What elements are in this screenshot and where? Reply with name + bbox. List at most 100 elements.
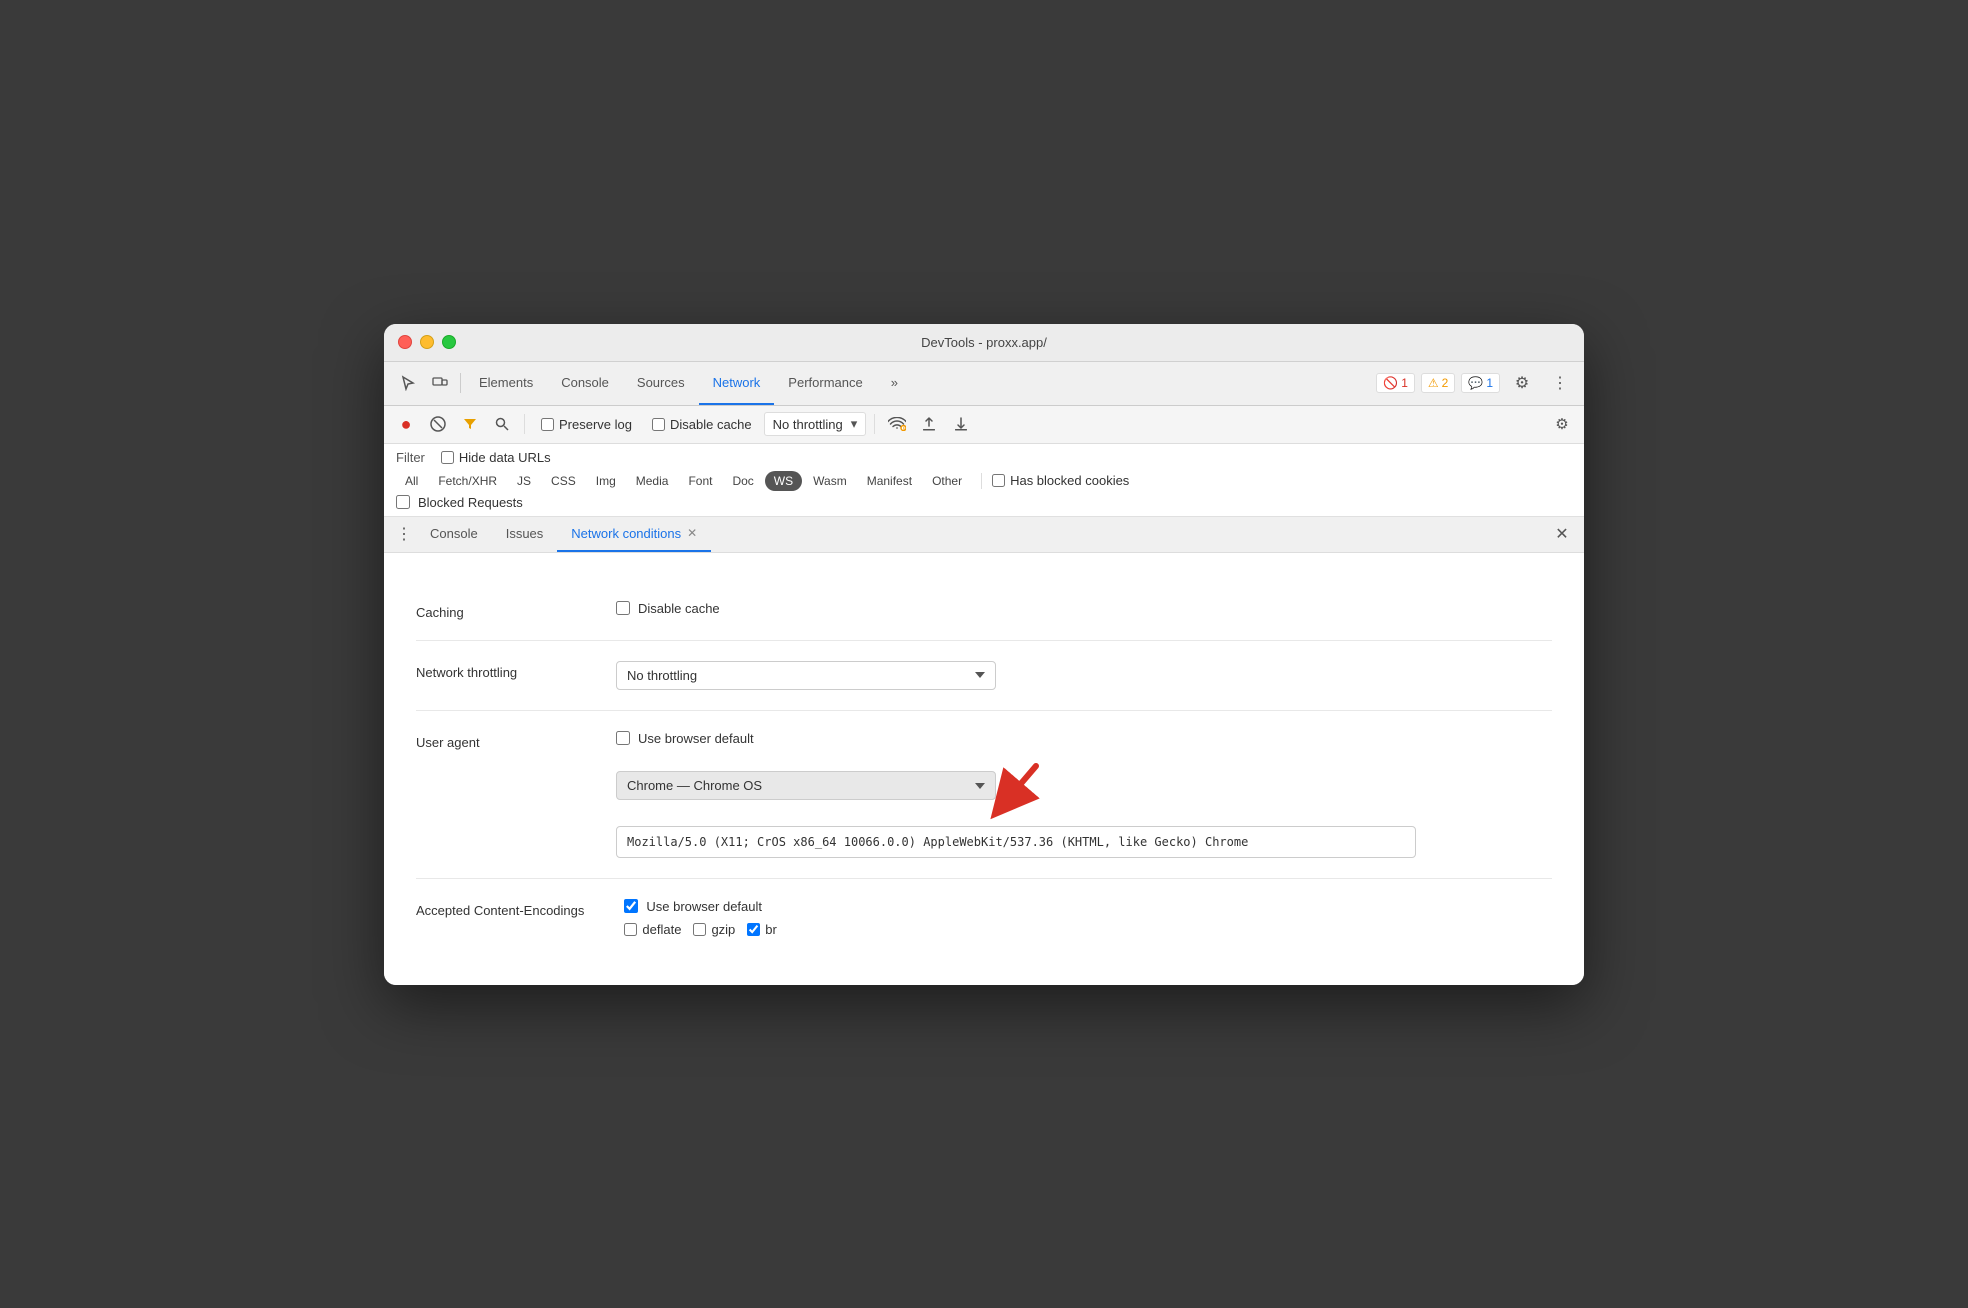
bottom-tab-console[interactable]: Console — [416, 516, 492, 552]
cursor-icon[interactable] — [392, 367, 424, 399]
bottom-tab-issues[interactable]: Issues — [492, 516, 558, 552]
user-agent-select[interactable]: Chrome — Chrome OS Chrome — Windows Chro… — [616, 771, 996, 800]
filter-row-1: Filter Hide data URLs — [396, 450, 1572, 465]
error-icon: 🚫 — [1383, 376, 1398, 390]
clear-button[interactable] — [424, 410, 452, 438]
disable-cache-label[interactable]: Disable cache — [644, 417, 760, 432]
network-toolbar: ● Preserve log Disable cache — [384, 406, 1584, 444]
filter-type-font[interactable]: Font — [679, 471, 721, 491]
bottom-tab-close-icon[interactable]: ✕ — [687, 526, 697, 540]
filter-type-ws[interactable]: WS — [765, 471, 802, 491]
error-count: 1 — [1401, 376, 1408, 390]
upload-har-icon[interactable] — [915, 410, 943, 438]
download-har-icon[interactable] — [947, 410, 975, 438]
throttle-select[interactable]: No throttling ▾ — [764, 412, 867, 436]
deflate-checkbox[interactable] — [624, 923, 637, 936]
close-button[interactable] — [398, 335, 412, 349]
network-settings-icon[interactable]: ⚙ — [1548, 410, 1576, 438]
ua-browser-default-checkbox[interactable] — [616, 731, 630, 745]
throttle-arrow-icon: ▾ — [851, 416, 858, 432]
devtools-tabs-right: 🚫 1 ⚠ 2 💬 1 ⚙ ⋮ — [1376, 367, 1576, 399]
warning-count: 2 — [1442, 376, 1449, 390]
filter-type-manifest[interactable]: Manifest — [858, 471, 921, 491]
search-icon[interactable] — [488, 410, 516, 438]
gzip-encoding-label[interactable]: gzip — [693, 922, 735, 937]
message-badge[interactable]: 💬 1 — [1461, 373, 1500, 393]
deflate-label: deflate — [642, 922, 681, 937]
network-throttling-label: Network throttling — [416, 661, 576, 680]
settings-gear-icon[interactable]: ⚙ — [1506, 367, 1538, 399]
devtools-tabs-bar: Elements Console Sources Network Perform… — [384, 362, 1584, 406]
encodings-section: Accepted Content-Encodings Use browser d… — [416, 879, 1552, 957]
encodings-browser-default-checkbox[interactable] — [624, 899, 638, 913]
has-blocked-cookies-label[interactable]: Has blocked cookies — [992, 473, 1129, 488]
network-throttling-control: No throttling Fast 3G Slow 3G Offline — [616, 661, 1552, 690]
br-label: br — [765, 922, 777, 937]
network-throttling-section: Network throttling No throttling Fast 3G… — [416, 641, 1552, 711]
tab-more[interactable]: » — [877, 361, 912, 405]
filter-type-media[interactable]: Media — [627, 471, 678, 491]
caching-label: Caching — [416, 601, 576, 620]
filter-type-img[interactable]: Img — [587, 471, 625, 491]
more-options-icon[interactable]: ⋮ — [1544, 367, 1576, 399]
blocked-requests-checkbox[interactable] — [396, 495, 410, 509]
encodings-browser-default-label[interactable]: Use browser default — [624, 899, 776, 914]
window-title: DevTools - proxx.app/ — [921, 335, 1047, 350]
tab-separator-1 — [460, 373, 461, 393]
bottom-tabs-more-icon[interactable]: ⋮ — [392, 522, 416, 546]
svg-text:⚙: ⚙ — [903, 426, 907, 431]
message-count: 1 — [1486, 376, 1493, 390]
br-checkbox[interactable] — [747, 923, 760, 936]
br-encoding-label[interactable]: br — [747, 922, 777, 937]
filter-type-all[interactable]: All — [396, 471, 427, 491]
has-blocked-cookies-checkbox[interactable] — [992, 474, 1005, 487]
wifi-icon[interactable]: ⚙ — [883, 410, 911, 438]
encodings-label: Accepted Content-Encodings — [416, 899, 584, 918]
blocked-requests-label[interactable]: Blocked Requests — [396, 495, 523, 510]
panel-close-icon[interactable]: ✕ — [1548, 520, 1576, 548]
red-arrow-annotation — [986, 756, 1056, 816]
filter-icon[interactable] — [456, 410, 484, 438]
tab-elements[interactable]: Elements — [465, 361, 547, 405]
filter-separator — [981, 473, 982, 489]
ua-browser-default-label[interactable]: Use browser default — [616, 731, 1552, 746]
tab-console[interactable]: Console — [547, 361, 623, 405]
preserve-log-label[interactable]: Preserve log — [533, 417, 640, 432]
hide-data-urls-label[interactable]: Hide data URLs — [441, 450, 551, 465]
filter-type-other[interactable]: Other — [923, 471, 971, 491]
filter-type-wasm[interactable]: Wasm — [804, 471, 856, 491]
ua-string-input[interactable] — [616, 826, 1416, 858]
toolbar-divider-1 — [524, 414, 525, 434]
minimize-button[interactable] — [420, 335, 434, 349]
toolbar-divider-2 — [874, 414, 875, 434]
tab-performance[interactable]: Performance — [774, 361, 876, 405]
gzip-label: gzip — [711, 922, 735, 937]
throttling-select[interactable]: No throttling Fast 3G Slow 3G Offline — [616, 661, 996, 690]
user-agent-control: Use browser default Chrome — Chrome OS C… — [616, 731, 1552, 858]
titlebar: DevTools - proxx.app/ — [384, 324, 1584, 362]
error-badge[interactable]: 🚫 1 — [1376, 373, 1415, 393]
disable-cache-section-checkbox[interactable] — [616, 601, 630, 615]
maximize-button[interactable] — [442, 335, 456, 349]
hide-data-urls-checkbox[interactable] — [441, 451, 454, 464]
tab-network[interactable]: Network — [699, 361, 775, 405]
bottom-tab-network-conditions[interactable]: Network conditions ✕ — [557, 516, 711, 552]
gzip-checkbox[interactable] — [693, 923, 706, 936]
message-icon: 💬 — [1468, 376, 1483, 390]
filter-type-fetch-xhr[interactable]: Fetch/XHR — [429, 471, 506, 491]
caching-control: Disable cache — [616, 601, 1552, 616]
filter-type-js[interactable]: JS — [508, 471, 540, 491]
tab-sources[interactable]: Sources — [623, 361, 699, 405]
preserve-log-checkbox[interactable] — [541, 418, 554, 431]
filter-type-doc[interactable]: Doc — [723, 471, 762, 491]
filter-label: Filter — [396, 450, 425, 465]
record-button[interactable]: ● — [392, 410, 420, 438]
disable-cache-checkbox[interactable] — [652, 418, 665, 431]
filter-type-css[interactable]: CSS — [542, 471, 585, 491]
deflate-encoding-label[interactable]: deflate — [624, 922, 681, 937]
filter-row-3: Blocked Requests — [396, 495, 1572, 510]
device-toggle-icon[interactable] — [424, 367, 456, 399]
disable-cache-section-label[interactable]: Disable cache — [616, 601, 1552, 616]
traffic-lights — [398, 335, 456, 349]
warning-badge[interactable]: ⚠ 2 — [1421, 373, 1455, 393]
